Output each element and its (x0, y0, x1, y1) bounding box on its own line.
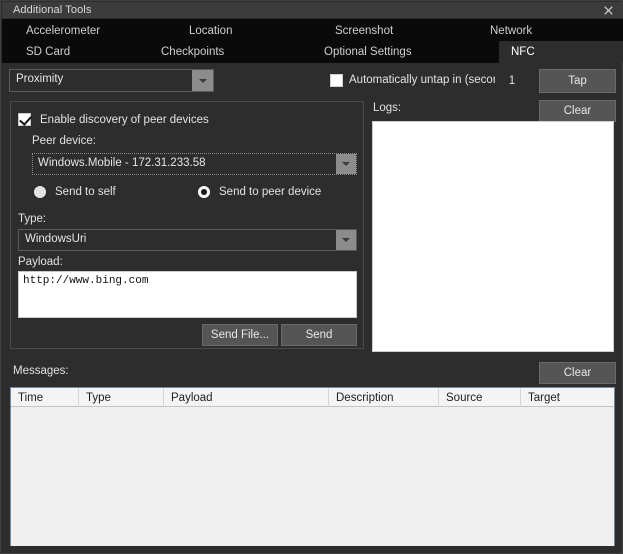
payload-label: Payload: (18, 256, 63, 268)
peer-device-value: Windows.Mobile - 172.31.233.58 (38, 157, 206, 169)
column-header-target[interactable]: Target (521, 388, 614, 407)
logs-output[interactable] (372, 121, 614, 352)
tab-screenshot[interactable]: Screenshot (323, 20, 393, 42)
column-header-source[interactable]: Source (439, 388, 521, 407)
column-header-type[interactable]: Type (79, 388, 164, 407)
column-header-description[interactable]: Description (329, 388, 439, 407)
enable-discovery-row[interactable]: Enable discovery of peer devices (18, 113, 209, 126)
tab-nfc[interactable]: NFC (499, 41, 623, 63)
send-file-button[interactable]: Send File... (202, 324, 278, 346)
chevron-down-icon[interactable] (336, 154, 356, 174)
tab-location[interactable]: Location (177, 20, 232, 42)
auto-untap-label: Automatically untap in (seconds): (349, 74, 519, 86)
tap-button[interactable]: Tap (539, 69, 616, 93)
mode-combobox[interactable]: Proximity (9, 69, 214, 92)
additional-tools-window: Additional Tools Accelerometer Location … (0, 0, 623, 554)
type-combobox[interactable]: WindowsUri (18, 229, 357, 251)
tab-checkpoints[interactable]: Checkpoints (149, 41, 224, 63)
column-header-time[interactable]: Time (11, 388, 79, 407)
radio-send-to-self-label: Send to self (55, 186, 116, 198)
mode-combobox-value: Proximity (16, 73, 64, 85)
column-header-payload[interactable]: Payload (164, 388, 329, 407)
peer-device-label: Peer device: (32, 135, 96, 147)
tab-strip: Accelerometer Location Screenshot Networ… (2, 19, 623, 63)
radio-send-to-self[interactable]: Send to self (34, 186, 116, 198)
messages-table-body[interactable] (11, 407, 614, 546)
enable-discovery-label: Enable discovery of peer devices (40, 113, 209, 126)
clear-messages-button[interactable]: Clear (539, 362, 616, 384)
enable-discovery-checkbox[interactable] (18, 113, 31, 126)
radio-send-to-self-indicator[interactable] (34, 186, 46, 198)
type-label: Type: (18, 213, 47, 225)
type-combobox-value: WindowsUri (25, 233, 87, 245)
tab-sd-card[interactable]: SD Card (14, 41, 70, 63)
chevron-down-icon[interactable] (336, 230, 356, 250)
messages-table[interactable]: Time Type Payload Description Source Tar… (10, 387, 615, 546)
payload-value: http://www.bing.com (23, 275, 149, 287)
radio-send-to-peer-device[interactable]: Send to peer device (198, 186, 321, 198)
payload-input[interactable]: http://www.bing.com (18, 271, 357, 318)
close-icon[interactable] (595, 2, 621, 19)
tab-optional-settings[interactable]: Optional Settings (312, 41, 412, 63)
window-title: Additional Tools (13, 4, 92, 16)
chevron-down-icon[interactable] (192, 70, 213, 91)
send-button[interactable]: Send (281, 324, 357, 346)
clear-logs-button[interactable]: Clear (539, 100, 616, 122)
messages-label: Messages: (13, 365, 69, 377)
tab-network[interactable]: Network (478, 20, 532, 42)
auto-untap-seconds-input[interactable]: 1 (495, 71, 529, 90)
logs-label: Logs: (373, 102, 402, 114)
radio-send-to-peer-device-indicator[interactable] (198, 186, 210, 198)
messages-table-header: Time Type Payload Description Source Tar… (11, 388, 614, 407)
peer-device-combobox[interactable]: Windows.Mobile - 172.31.233.58 (32, 153, 357, 175)
title-bar: Additional Tools (2, 2, 623, 19)
tab-accelerometer[interactable]: Accelerometer (14, 20, 100, 42)
auto-untap-checkbox[interactable] (330, 74, 343, 87)
radio-send-to-peer-device-label: Send to peer device (219, 186, 322, 198)
